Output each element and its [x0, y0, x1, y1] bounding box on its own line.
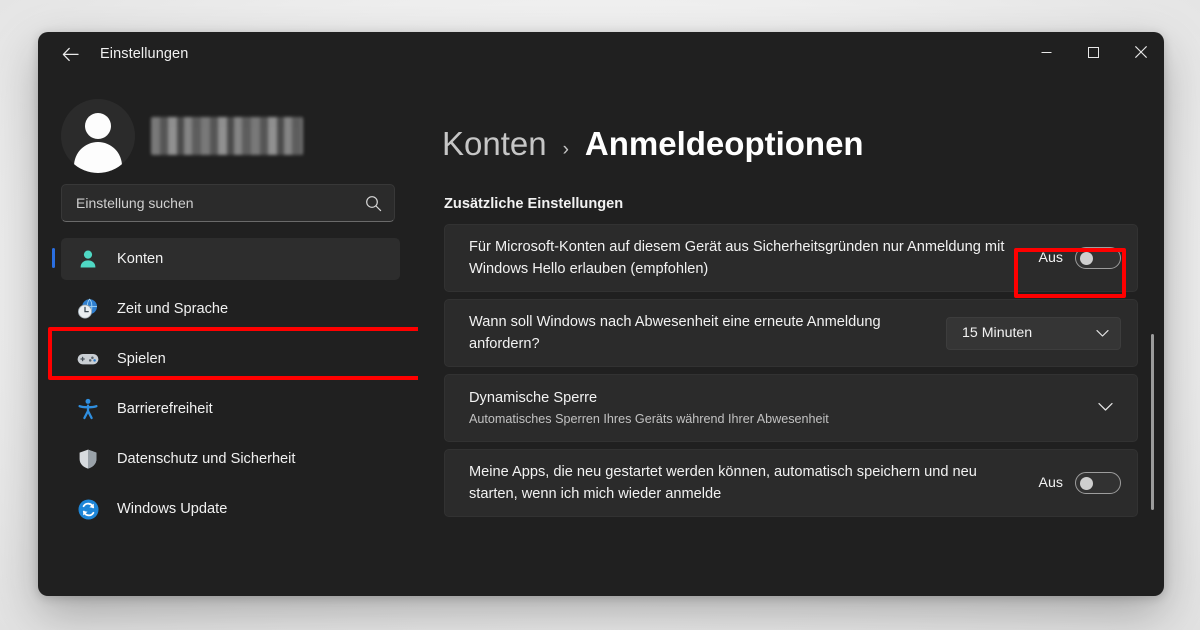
main-content: Konten › Anmeldeoptionen Zusätzliche Ein…	[418, 76, 1164, 596]
breadcrumb-separator-icon: ›	[562, 139, 569, 160]
sidebar-item-zeit-und-sprache[interactable]: Zeit und Sprache	[61, 288, 400, 330]
breadcrumb: Konten › Anmeldeoptionen	[418, 76, 1164, 163]
time-language-icon	[75, 296, 101, 322]
maximize-button[interactable]	[1070, 32, 1117, 76]
search-icon[interactable]	[365, 195, 382, 212]
dropdown-value: 15 Minuten	[962, 325, 1033, 341]
close-icon	[1134, 45, 1147, 63]
account-profile[interactable]	[38, 76, 418, 176]
search-input[interactable]	[76, 195, 365, 211]
sidebar-item-label: Zeit und Sprache	[117, 301, 229, 317]
gaming-icon	[75, 346, 101, 372]
sidebar-item-spielen[interactable]: Spielen	[61, 338, 400, 380]
setting-title: Wann soll Windows nach Abwesenheit eine …	[469, 314, 881, 352]
setting-title: Für Microsoft-Konten auf diesem Gerät au…	[469, 239, 1005, 277]
toggle-thumb	[1080, 476, 1093, 490]
section-title: Zusätzliche Einstellungen	[444, 196, 624, 212]
minimize-icon	[1041, 45, 1052, 63]
settings-card-list: Für Microsoft-Konten auf diesem Gerät au…	[444, 224, 1138, 517]
setting-title: Dynamische Sperre	[469, 390, 598, 406]
sidebar-nav: Konten Zeit und Sprache Spielen Barriere…	[38, 238, 418, 530]
window-controls	[1023, 32, 1164, 76]
back-button[interactable]	[50, 38, 90, 70]
sidebar: Konten Zeit und Sprache	[38, 76, 418, 596]
accounts-icon	[75, 246, 101, 272]
dynamic-lock-expander-button[interactable]	[1089, 392, 1121, 424]
setting-card-windows-hello-only[interactable]: Für Microsoft-Konten auf diesem Gerät au…	[444, 224, 1138, 292]
toggle-state-label: Aus	[1038, 250, 1063, 266]
setting-subtitle: Automatisches Sperren Ihres Geräts währe…	[469, 412, 829, 426]
sidebar-item-windows-update[interactable]: Windows Update	[61, 488, 400, 530]
breadcrumb-parent[interactable]: Konten	[442, 125, 547, 163]
settings-window: Einstellungen Einstellung suchen Konten …	[38, 32, 1164, 596]
sidebar-item-label: Windows Update	[117, 501, 228, 517]
avatar	[61, 99, 135, 173]
search-box[interactable]	[61, 184, 395, 222]
account-name-redacted	[151, 117, 303, 155]
relogin-timeout-dropdown[interactable]: 15 Minuten	[946, 316, 1121, 350]
app-title: Einstellungen	[100, 46, 189, 62]
main-scrollbar-thumb[interactable]	[1151, 334, 1154, 510]
privacy-shield-icon	[75, 446, 101, 472]
sidebar-item-barrierefreiheit[interactable]: Barrierefreiheit	[61, 388, 400, 430]
sidebar-item-label: Spielen	[117, 351, 166, 367]
close-button[interactable]	[1117, 32, 1164, 76]
user-avatar-icon	[85, 113, 111, 139]
setting-title: Meine Apps, die neu gestartet werden kön…	[469, 464, 977, 502]
page-title: Anmeldeoptionen	[584, 125, 864, 162]
sidebar-item-label: Datenschutz und Sicherheit	[117, 451, 296, 467]
setting-card-relogin-timeout[interactable]: Wann soll Windows nach Abwesenheit eine …	[444, 299, 1138, 367]
accessibility-icon	[75, 396, 101, 422]
chevron-down-icon	[1096, 329, 1109, 338]
setting-card-restart-apps[interactable]: Meine Apps, die neu gestartet werden kön…	[444, 449, 1138, 517]
windows-hello-only-toggle[interactable]	[1075, 247, 1121, 269]
maximize-icon	[1088, 45, 1099, 63]
title-bar: Einstellungen	[38, 32, 1164, 76]
restart-apps-toggle-row: Aus	[1039, 472, 1121, 494]
chevron-down-icon	[1097, 399, 1113, 417]
minimize-button[interactable]	[1023, 32, 1070, 76]
arrow-left-icon	[62, 47, 79, 62]
windows-update-icon	[75, 496, 101, 522]
windows-hello-only-toggle-row: Aus	[1039, 247, 1121, 269]
setting-card-dynamic-lock[interactable]: Dynamische Sperre Automatisches Sperren …	[444, 374, 1138, 442]
toggle-state-label: Aus	[1038, 475, 1063, 491]
sidebar-item-label: Barrierefreiheit	[117, 401, 213, 417]
restart-apps-toggle[interactable]	[1075, 472, 1121, 494]
sidebar-item-datenschutz-und-sicherheit[interactable]: Datenschutz und Sicherheit	[61, 438, 400, 480]
toggle-thumb	[1080, 251, 1093, 265]
sidebar-item-label: Konten	[117, 251, 164, 267]
sidebar-item-konten[interactable]: Konten	[52, 238, 400, 280]
